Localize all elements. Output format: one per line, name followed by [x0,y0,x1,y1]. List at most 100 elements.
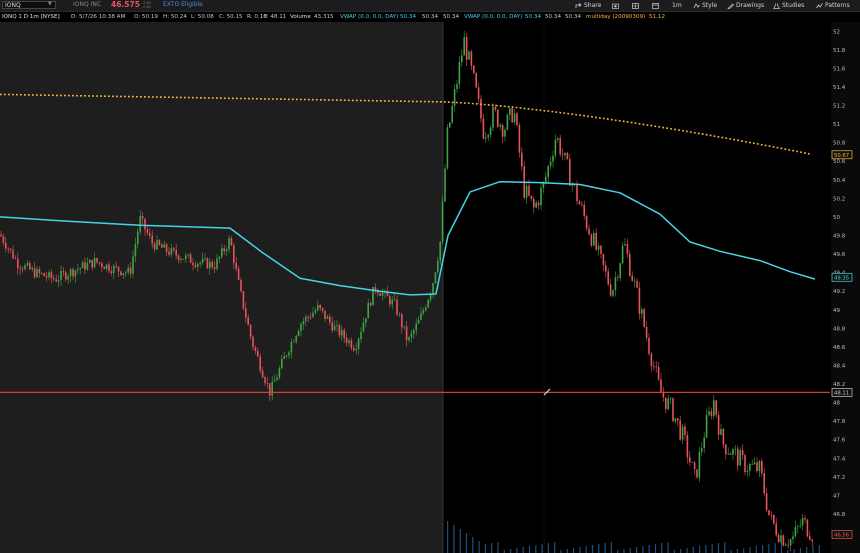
candle-body [775,523,777,536]
study-info-bar: IONQ 1 D 1m [NYSE] D: 5/7/26 10:38 AM O:… [0,12,830,22]
candle-body [554,139,557,156]
candle-body [259,356,261,371]
candle-body [679,420,681,440]
candle-body [648,337,650,354]
candle-body [72,269,74,277]
candle-body [173,248,175,250]
price-chart[interactable]: 52 51.8 51.6 51.4 51.2 51 50.8 50.6 50.4 50.2 50 49… [0,0,860,553]
candle-body [281,358,283,369]
volume-bar [818,545,820,553]
candle-body [69,269,72,277]
y-tick-label: 48.4 [833,364,846,370]
volume-bar [636,547,638,553]
candle-body [177,255,180,261]
candle-body [744,455,746,473]
candle-body [389,296,391,305]
candle-body [175,249,177,256]
candle-body [516,113,518,126]
candle-body [127,267,129,273]
candle-body [449,122,451,128]
candle-body [564,152,566,156]
price-scale-panel [831,22,860,553]
candle-body [439,241,441,261]
volume-bar [686,548,688,553]
candle-body [192,262,194,265]
candle-body [319,304,321,309]
candle-body [681,426,684,440]
candle-body [21,268,24,270]
y-tick-label: 50.6 [833,159,846,165]
candle-body [626,244,629,254]
candle-body [717,415,720,435]
candle-body [792,536,794,540]
candle-body [696,469,698,478]
candle-body [497,109,499,127]
volume-bar [604,543,606,553]
candle-body [578,201,581,205]
candle-body [660,379,662,393]
candle-body [9,248,12,250]
candle-body [271,381,273,396]
candle-body [19,268,21,269]
candle-body [245,308,247,318]
candle-body [437,260,439,273]
candle-body [132,256,134,274]
candle-body [705,415,708,438]
candle-body [252,336,254,348]
y-tick-label: 48.2 [833,382,845,388]
candle-body [470,51,473,66]
candle-body [509,108,511,115]
volume-bar [573,548,575,553]
candle-body [86,262,89,270]
candle-body [141,216,144,219]
y-tick-label: 51.8 [833,48,846,54]
candle-body [134,244,137,257]
candle-body [525,185,528,198]
volume-bar [516,548,518,553]
volume-bar [743,548,745,553]
candle-body [473,65,475,73]
volume-bar [453,525,455,553]
candle-body [583,205,585,216]
candle-body [324,310,326,319]
volume-bar [762,545,764,553]
candle-body [228,238,230,250]
candle-body [283,356,285,359]
price-label: 50.67 [834,153,849,159]
candle-body [305,316,307,322]
y-tick-label: 47.2 [833,475,845,481]
vwap1-value: 50.34 [422,14,439,20]
candle-body [677,418,679,421]
candle-body [638,287,641,314]
candle-body [657,367,660,380]
candle-body [333,325,336,331]
y-tick-label: 47 [833,493,840,499]
candle-body [278,368,281,378]
candle-body [415,323,417,331]
y-tick-label: 48.8 [833,326,846,332]
candle-body [288,352,290,356]
vwap2-value: 50.34 [545,14,562,20]
volume-bar [566,549,568,553]
candle-body [425,307,427,311]
candle-body [357,338,360,349]
candle-body [105,264,108,269]
candle-body [108,264,110,272]
volume-bar [465,533,468,553]
volume-bar [648,545,650,553]
volume-label: Volume [290,14,311,20]
volume-bar [711,544,713,553]
candle-body [374,287,377,290]
candle-body [741,450,744,456]
y-tick-label: 47.6 [833,438,846,444]
candle-body [535,202,537,208]
candle-body [74,270,77,277]
candle-body [600,245,602,254]
volume-bar [717,543,720,553]
y-tick-label: 51 [833,122,840,128]
candle-body [113,265,115,274]
volume-bar [705,545,707,553]
volume-bar [768,544,770,553]
candle-body [189,254,192,263]
candle-body [720,429,722,435]
